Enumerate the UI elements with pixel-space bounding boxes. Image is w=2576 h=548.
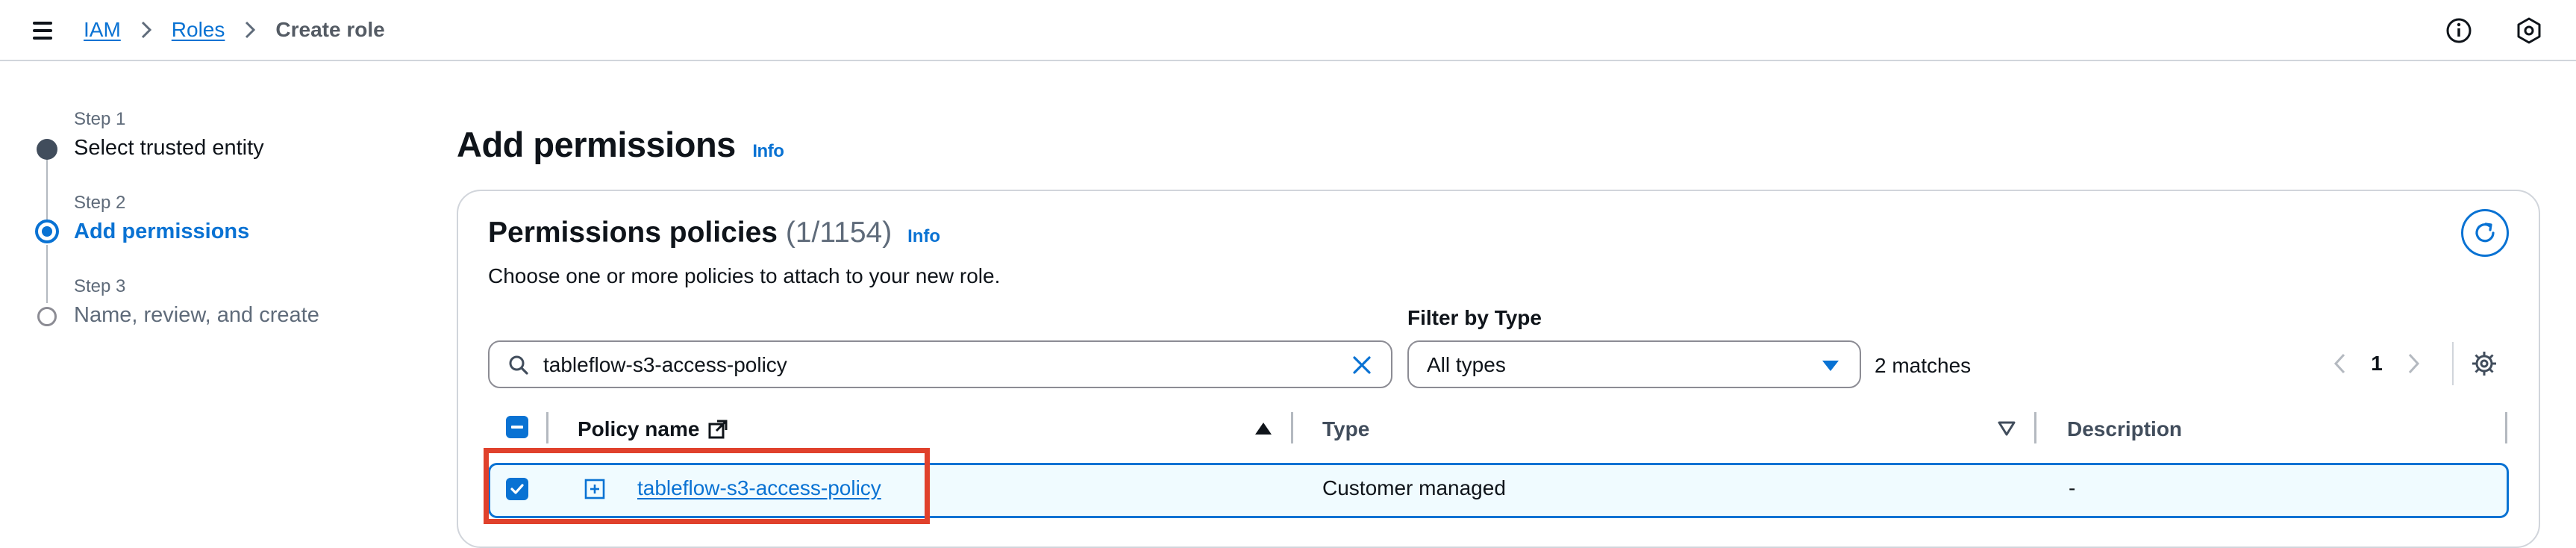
step-1-label: Step 1 [74,109,126,129]
chevron-right-icon [243,19,257,41]
breadcrumb-link-iam[interactable]: IAM [84,18,121,42]
hamburger-menu-icon[interactable] [30,19,57,42]
hexagon-settings-icon[interactable] [2515,16,2543,45]
column-divider [1291,412,1293,443]
column-divider [546,412,548,443]
search-input[interactable]: tableflow-s3-access-policy [488,340,1392,388]
external-link-icon [708,420,728,439]
caret-down-icon [1822,361,1839,371]
info-circle-icon[interactable] [2445,16,2473,45]
filter-by-type-select[interactable]: All types [1407,340,1861,388]
column-header-policy-name[interactable]: Policy name [578,415,729,443]
refresh-icon [2475,222,2495,243]
gear-icon[interactable] [2470,349,2498,378]
search-icon [509,355,528,375]
step-1-title[interactable]: Select trusted entity [74,136,264,161]
policy-description-cell: - [2069,476,2076,499]
panel-title: Permissions policies (1/1154) Info [488,217,940,249]
panel-description: Choose one or more policies to attach to… [488,264,1001,287]
column-divider [2034,412,2036,443]
breadcrumb-current: Create role [275,18,385,41]
page-info-link[interactable]: Info [752,141,784,161]
wizard-steps: Step 1 Select trusted entity Step 2 Add … [0,61,418,529]
search-value: tableflow-s3-access-policy [543,353,787,376]
breadcrumb: IAM Roles Create role [84,15,385,45]
page-title-text: Add permissions [457,125,736,164]
matches-count: 2 matches [1875,354,1972,377]
top-navigation-bar: IAM Roles Create role [0,0,2576,61]
next-page-icon[interactable] [2403,349,2425,379]
step-3-title: Name, review, and create [74,303,319,327]
column-divider [2505,412,2507,443]
page-title: Add permissions Info [457,124,784,165]
step-3-label: Step 3 [74,276,126,296]
column-header-description[interactable]: Description [2067,415,2182,443]
previous-page-icon[interactable] [2328,349,2351,379]
column-header-policy-name-label: Policy name [578,417,700,440]
step-completed-dot [37,139,57,160]
column-header-type[interactable]: Type [1322,415,1369,443]
policy-count: (1/1154) [785,217,892,249]
pager-divider [2452,342,2454,385]
select-all-checkbox[interactable] [506,416,528,438]
sort-ascending-icon[interactable] [1254,421,1273,436]
step-active-dot [35,219,59,243]
step-2-title: Add permissions [74,219,250,243]
pagination: 1 [2328,346,2425,381]
refresh-button[interactable] [2461,209,2509,257]
sort-unsorted-icon[interactable] [1997,421,2016,436]
clear-search-icon[interactable] [1349,352,1375,378]
step-2-label: Step 2 [74,193,126,213]
highlight-box [484,448,930,524]
step-pending-dot [37,307,57,326]
step-connector [46,155,48,219]
filter-selected-value: All types [1427,353,1506,376]
panel-title-text: Permissions policies [488,217,778,249]
filter-by-type-label: Filter by Type [1407,306,1542,329]
policy-type-cell: Customer managed [1322,476,1506,499]
chevron-right-icon [139,19,154,41]
step-connector [46,245,48,303]
panel-info-link[interactable]: Info [907,226,940,246]
breadcrumb-link-roles[interactable]: Roles [172,18,225,42]
current-page-number[interactable]: 1 [2351,352,2403,376]
